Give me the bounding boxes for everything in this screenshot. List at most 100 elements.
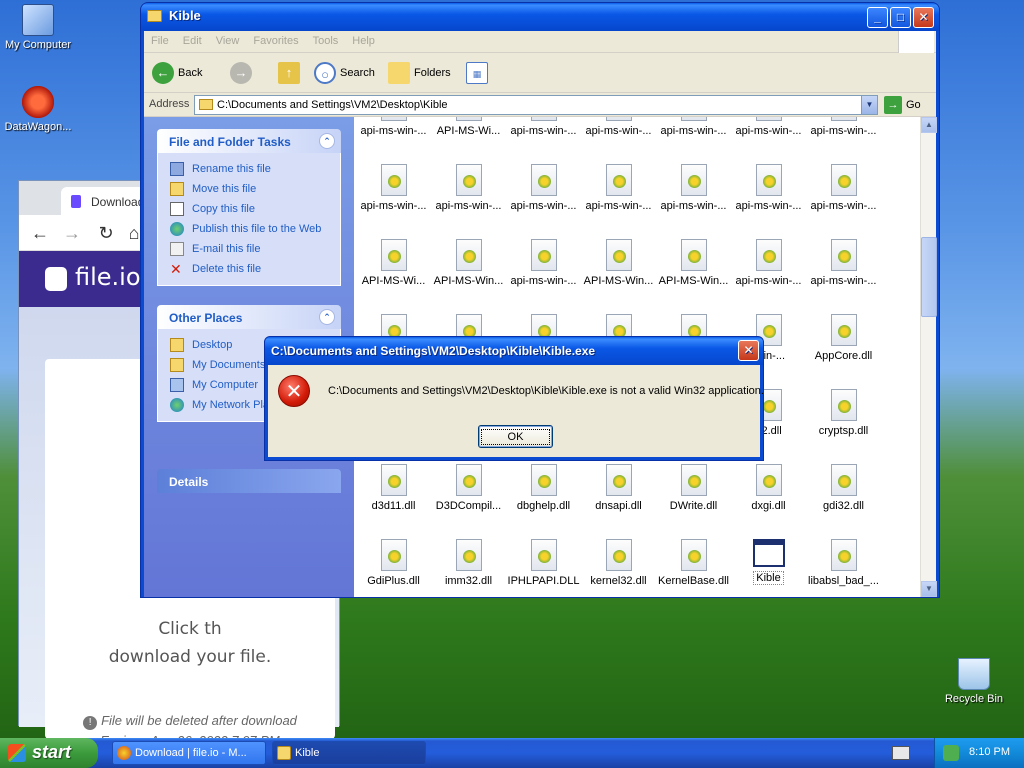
menu-favorites[interactable]: Favorites xyxy=(246,31,305,51)
file-item[interactable]: api-ms-win-... xyxy=(506,239,581,287)
file-item[interactable]: api-ms-win-... xyxy=(656,117,731,137)
task-copy[interactable]: Copy this file xyxy=(170,199,340,219)
error-dialog-title-bar[interactable]: C:\Documents and Settings\VM2\Desktop\Ki… xyxy=(265,337,763,365)
file-item[interactable]: api-ms-win-... xyxy=(806,239,881,287)
file-item[interactable]: api-ms-win-... xyxy=(581,117,656,137)
task-delete[interactable]: ✕ Delete this file xyxy=(170,259,340,279)
file-item[interactable]: api-ms-win-... xyxy=(731,117,806,137)
other-places-header[interactable]: Other Places ⌃ xyxy=(157,305,341,329)
file-item[interactable]: API-MS-Win... xyxy=(581,239,656,287)
start-button[interactable]: start xyxy=(0,738,98,768)
desktop-icon-my-computer[interactable]: My Computer xyxy=(0,4,76,51)
clock[interactable]: 8:10 PM xyxy=(969,746,1010,758)
explorer-window[interactable]: Kible _ □ ✕ File Edit View Favorites Tools He… xyxy=(140,2,940,598)
fileio-logo-text[interactable]: file.io xyxy=(75,263,141,291)
file-item[interactable]: api-ms-win-... xyxy=(356,117,431,137)
file-item[interactable]: d3d11.dll xyxy=(356,464,431,512)
file-item[interactable]: API-MS-Win... xyxy=(656,239,731,287)
error-dialog[interactable]: C:\Documents and Settings\VM2\Desktop\Ki… xyxy=(264,336,764,461)
file-label: API-MS-Win... xyxy=(433,275,504,287)
file-label: api-ms-win-... xyxy=(810,200,877,212)
task-move[interactable]: Move this file xyxy=(170,179,340,199)
collapse-chevron-icon[interactable]: ⌃ xyxy=(319,309,335,325)
place-label: Desktop xyxy=(192,339,233,351)
start-label: start xyxy=(32,742,72,762)
desktop-icon-datawagon[interactable]: DataWagon... xyxy=(0,86,76,133)
scroll-down-icon[interactable]: ▼ xyxy=(921,581,937,597)
file-item[interactable]: kernel32.dll xyxy=(581,539,656,587)
back-arrow-icon[interactable]: ← xyxy=(29,223,51,245)
file-item[interactable]: D3DCompil... xyxy=(431,464,506,512)
dialog-close-button[interactable]: ✕ xyxy=(738,340,759,361)
file-item[interactable]: imm32.dll xyxy=(431,539,506,587)
keyboard-icon[interactable] xyxy=(892,746,910,760)
menu-tools[interactable]: Tools xyxy=(306,31,346,51)
address-dropdown-icon[interactable]: ▼ xyxy=(861,96,877,114)
go-button[interactable]: → Go xyxy=(884,96,921,114)
reload-icon[interactable]: ↻ xyxy=(95,223,117,245)
taskbar-button-kible[interactable]: Kible xyxy=(272,741,426,765)
menu-view[interactable]: View xyxy=(209,31,247,51)
collapse-chevron-icon[interactable]: ⌃ xyxy=(319,133,335,149)
back-button[interactable]: ← Back xyxy=(152,61,202,87)
file-label: dnsapi.dll xyxy=(595,500,642,512)
folders-button[interactable]: Folders xyxy=(388,61,451,87)
scroll-thumb[interactable] xyxy=(921,237,937,317)
scroll-up-icon[interactable]: ▲ xyxy=(921,117,937,133)
task-rename[interactable]: Rename this file xyxy=(170,159,340,179)
file-item[interactable]: api-ms-win-... xyxy=(506,164,581,212)
file-item[interactable]: api-ms-win-... xyxy=(656,164,731,212)
file-label: d3d11.dll xyxy=(371,500,416,512)
task-email[interactable]: E-mail this file xyxy=(170,239,340,259)
file-item[interactable]: API-MS-Wi... xyxy=(356,239,431,287)
forward-arrow-icon[interactable]: → xyxy=(61,223,83,245)
file-item[interactable]: IPHLPAPI.DLL xyxy=(506,539,581,587)
file-item[interactable]: cryptsp.dll xyxy=(806,389,881,437)
file-item[interactable]: dxgi.dll xyxy=(731,464,806,512)
task-publish[interactable]: Publish this file to the Web xyxy=(170,219,340,239)
file-item[interactable]: GdiPlus.dll xyxy=(356,539,431,587)
up-folder-button[interactable]: ↑ xyxy=(278,61,304,87)
file-item[interactable]: DWrite.dll xyxy=(656,464,731,512)
taskbar-button-browser[interactable]: Download | file.io - M... xyxy=(112,741,266,765)
file-item[interactable]: API-MS-Win... xyxy=(431,239,506,287)
file-item[interactable]: api-ms-win-... xyxy=(731,164,806,212)
file-folder-tasks-header[interactable]: File and Folder Tasks ⌃ xyxy=(157,129,341,153)
minimize-button[interactable]: _ xyxy=(867,7,888,28)
file-item[interactable]: gdi32.dll xyxy=(806,464,881,512)
views-button[interactable]: ▦ xyxy=(466,61,492,87)
file-item[interactable]: dbghelp.dll xyxy=(506,464,581,512)
file-item-kible-exe[interactable]: Kible xyxy=(731,539,806,585)
file-item[interactable]: api-ms-win-... xyxy=(506,117,581,137)
vertical-scrollbar[interactable]: ▲ ▼ xyxy=(920,117,937,597)
forward-button[interactable]: → xyxy=(230,61,256,87)
file-item[interactable]: api-ms-win-... xyxy=(806,117,881,137)
file-label: api-ms-win-... xyxy=(510,275,577,287)
file-item[interactable]: libabsl_bad_... xyxy=(806,539,881,587)
file-item[interactable]: api-ms-win-... xyxy=(356,164,431,212)
file-item[interactable]: AppCore.dll xyxy=(806,314,881,362)
maximize-button[interactable]: □ xyxy=(890,7,911,28)
task-label: E-mail this file xyxy=(192,243,261,255)
close-button[interactable]: ✕ xyxy=(913,7,934,28)
network-tray-icon[interactable] xyxy=(943,745,959,761)
file-label: api-ms-win-... xyxy=(810,125,877,137)
desktop-icon-recycle-bin[interactable]: Recycle Bin xyxy=(936,658,1012,705)
menu-help[interactable]: Help xyxy=(345,31,382,51)
file-item[interactable]: dnsapi.dll xyxy=(581,464,656,512)
file-item[interactable]: api-ms-win-... xyxy=(731,239,806,287)
file-item[interactable]: API-MS-Wi... xyxy=(431,117,506,137)
file-item[interactable]: api-ms-win-... xyxy=(581,164,656,212)
file-item[interactable]: api-ms-win-... xyxy=(431,164,506,212)
details-header[interactable]: Details xyxy=(157,469,341,493)
rename-icon xyxy=(170,162,184,176)
file-item[interactable]: KernelBase.dll xyxy=(656,539,731,587)
ok-button[interactable]: OK xyxy=(478,425,553,448)
file-item[interactable]: api-ms-win-... xyxy=(806,164,881,212)
explorer-title-bar[interactable]: Kible _ □ ✕ xyxy=(141,3,939,31)
menu-edit[interactable]: Edit xyxy=(176,31,209,51)
taskbar-button-label: Kible xyxy=(295,747,320,759)
search-button[interactable]: ○ Search xyxy=(314,61,375,87)
address-input[interactable]: C:\Documents and Settings\VM2\Desktop\Ki… xyxy=(194,95,878,115)
menu-file[interactable]: File xyxy=(144,31,176,51)
